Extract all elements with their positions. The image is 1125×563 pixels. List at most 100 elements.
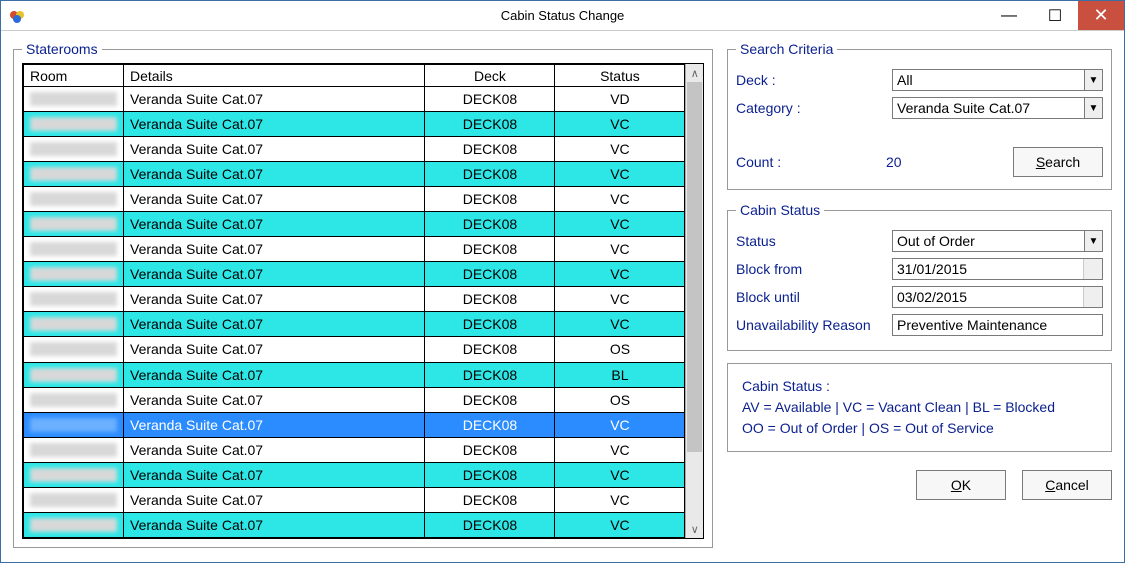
table-row[interactable]: Veranda Suite Cat.07DECK08VC — [24, 237, 685, 262]
status-value: Out of Order — [897, 233, 975, 249]
minimize-button[interactable]: — — [986, 1, 1032, 30]
cabin-status-group: Cabin Status Status Out of Order ▼ Block… — [727, 202, 1112, 351]
reason-input[interactable]: Preventive Maintenance — [892, 314, 1103, 336]
cell-room — [24, 212, 124, 237]
cell-room — [24, 412, 124, 437]
cell-details: Veranda Suite Cat.07 — [124, 312, 425, 337]
col-status[interactable]: Status — [555, 65, 685, 87]
cell-status: VC — [555, 262, 685, 287]
chevron-down-icon[interactable]: ▼ — [1084, 231, 1102, 251]
cell-status: OS — [555, 337, 685, 362]
table-row[interactable]: Veranda Suite Cat.07DECK08VC — [24, 512, 685, 537]
table-row[interactable]: Veranda Suite Cat.07DECK08OS — [24, 337, 685, 362]
scroll-up-icon[interactable]: ∧ — [686, 64, 703, 82]
table-row[interactable]: Veranda Suite Cat.07DECK08VC — [24, 212, 685, 237]
scroll-thumb[interactable] — [687, 82, 702, 452]
chevron-down-icon[interactable]: ▼ — [1084, 70, 1102, 90]
cell-status: VC — [555, 212, 685, 237]
table-row[interactable]: Veranda Suite Cat.07DECK08BL — [24, 362, 685, 387]
cell-room — [24, 462, 124, 487]
cell-room — [24, 112, 124, 137]
cell-deck: DECK08 — [425, 187, 555, 212]
cell-deck: DECK08 — [425, 162, 555, 187]
table-row[interactable]: Veranda Suite Cat.07DECK08VC — [24, 162, 685, 187]
col-details[interactable]: Details — [124, 65, 425, 87]
table-row[interactable]: Veranda Suite Cat.07DECK08VC — [24, 487, 685, 512]
cell-details: Veranda Suite Cat.07 — [124, 412, 425, 437]
cell-deck: DECK08 — [425, 212, 555, 237]
table-row[interactable]: Veranda Suite Cat.07DECK08VC — [24, 187, 685, 212]
cell-deck: DECK08 — [425, 87, 555, 112]
block-from-value: 31/01/2015 — [897, 261, 967, 277]
reason-value: Preventive Maintenance — [897, 317, 1047, 333]
cell-status: VD — [555, 87, 685, 112]
status-legend-box: Cabin Status : AV = Available | VC = Vac… — [727, 363, 1112, 452]
cell-deck: DECK08 — [425, 312, 555, 337]
table-row[interactable]: Veranda Suite Cat.07DECK08VC — [24, 112, 685, 137]
search-criteria-group: Search Criteria Deck : All ▼ Category : … — [727, 41, 1112, 190]
legend-line2: AV = Available | VC = Vacant Clean | BL … — [742, 397, 1097, 418]
table-row[interactable]: Veranda Suite Cat.07DECK08VD — [24, 87, 685, 112]
col-deck[interactable]: Deck — [425, 65, 555, 87]
cell-room — [24, 512, 124, 537]
cell-status: VC — [555, 137, 685, 162]
scroll-down-icon[interactable]: ∨ — [686, 520, 703, 538]
cancel-button[interactable]: Cancel — [1022, 470, 1112, 500]
cell-deck: DECK08 — [425, 412, 555, 437]
cell-deck: DECK08 — [425, 137, 555, 162]
table-row[interactable]: Veranda Suite Cat.07DECK08VC — [24, 287, 685, 312]
status-label: Status — [736, 233, 886, 249]
cell-deck: DECK08 — [425, 362, 555, 387]
cabin-status-legend: Cabin Status — [736, 202, 824, 218]
table-scrollbar[interactable]: ∧ ∨ — [685, 64, 703, 538]
cell-details: Veranda Suite Cat.07 — [124, 87, 425, 112]
table-row[interactable]: Veranda Suite Cat.07DECK08VC — [24, 137, 685, 162]
cell-status: VC — [555, 512, 685, 537]
cell-status: VC — [555, 312, 685, 337]
count-value: 20 — [886, 154, 936, 170]
cell-deck: DECK08 — [425, 337, 555, 362]
cell-details: Veranda Suite Cat.07 — [124, 512, 425, 537]
block-from-input[interactable]: 31/01/2015 — [892, 258, 1103, 280]
cell-status: VC — [555, 187, 685, 212]
close-button[interactable]: ✕ — [1078, 1, 1124, 30]
category-combo[interactable]: Veranda Suite Cat.07 ▼ — [892, 97, 1103, 119]
cell-details: Veranda Suite Cat.07 — [124, 187, 425, 212]
cell-details: Veranda Suite Cat.07 — [124, 287, 425, 312]
cell-details: Veranda Suite Cat.07 — [124, 262, 425, 287]
cell-status: VC — [555, 112, 685, 137]
status-combo[interactable]: Out of Order ▼ — [892, 230, 1103, 252]
table-row[interactable]: Veranda Suite Cat.07DECK08VC — [24, 262, 685, 287]
cell-details: Veranda Suite Cat.07 — [124, 462, 425, 487]
table-row[interactable]: Veranda Suite Cat.07DECK08VC — [24, 312, 685, 337]
content-area: Staterooms Room Details — [1, 31, 1124, 562]
cell-room — [24, 387, 124, 412]
deck-label: Deck : — [736, 72, 886, 88]
cell-details: Veranda Suite Cat.07 — [124, 387, 425, 412]
category-label: Category : — [736, 100, 886, 116]
col-room[interactable]: Room — [24, 65, 124, 87]
cell-deck: DECK08 — [425, 262, 555, 287]
ok-button[interactable]: OK — [916, 470, 1006, 500]
cell-room — [24, 237, 124, 262]
search-button[interactable]: Search — [1013, 147, 1103, 177]
titlebar: Cabin Status Change — ☐ ✕ — [1, 1, 1124, 31]
maximize-button[interactable]: ☐ — [1032, 1, 1078, 30]
cell-details: Veranda Suite Cat.07 — [124, 437, 425, 462]
cell-status: VC — [555, 437, 685, 462]
cell-room — [24, 187, 124, 212]
table-row[interactable]: Veranda Suite Cat.07DECK08OS — [24, 387, 685, 412]
cell-room — [24, 137, 124, 162]
chevron-down-icon[interactable]: ▼ — [1084, 98, 1102, 118]
deck-combo[interactable]: All ▼ — [892, 69, 1103, 91]
table-row[interactable]: Veranda Suite Cat.07DECK08VC — [24, 412, 685, 437]
table-row[interactable]: Veranda Suite Cat.07DECK08VC — [24, 462, 685, 487]
cell-details: Veranda Suite Cat.07 — [124, 337, 425, 362]
app-icon — [7, 6, 27, 26]
cell-room — [24, 362, 124, 387]
table-row[interactable]: Veranda Suite Cat.07DECK08VC — [24, 437, 685, 462]
cell-status: VC — [555, 462, 685, 487]
block-until-input[interactable]: 03/02/2015 — [892, 286, 1103, 308]
cell-room — [24, 487, 124, 512]
staterooms-table[interactable]: Room Details Deck Status Veranda Suite C… — [23, 64, 685, 538]
